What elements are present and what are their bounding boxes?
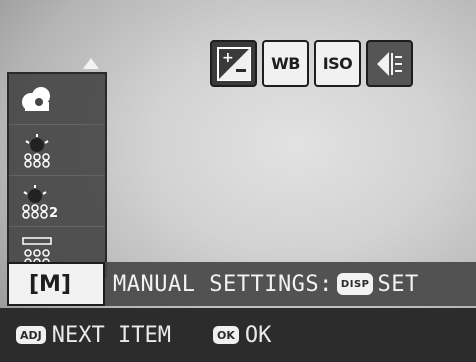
iso-label: ISO <box>322 54 353 73</box>
wb-label: WB <box>271 54 300 73</box>
white-balance-menu: 2 <box>7 58 107 278</box>
ok-label: OK <box>244 322 272 348</box>
wb-option-incandescent[interactable] <box>9 125 105 176</box>
next-item-label: NEXT ITEM <box>51 322 171 348</box>
manual-label: [M] <box>29 271 72 297</box>
next-item-hint[interactable]: ADJ NEXT ITEM <box>16 323 171 348</box>
exposure-compensation-button[interactable]: + <box>210 40 257 87</box>
ok-hint[interactable]: OK OK <box>212 322 272 348</box>
focus-button[interactable] <box>366 40 413 87</box>
disp-key-badge[interactable]: DISP <box>336 273 374 295</box>
iso-button[interactable]: ISO <box>314 40 361 87</box>
cloudy-icon <box>22 87 50 111</box>
exposure-compensation-icon: + <box>216 46 251 81</box>
wb-option-cloudy[interactable] <box>9 74 105 125</box>
white-balance-button[interactable]: WB <box>262 40 309 87</box>
caption-action: SET <box>377 271 419 297</box>
svg-text:+: + <box>222 50 233 66</box>
top-toolbar: + WB ISO <box>210 40 413 87</box>
ok-key-badge: OK <box>212 326 239 344</box>
incandescent-icon <box>24 134 50 168</box>
wb-option-incandescent-2[interactable]: 2 <box>9 176 105 227</box>
adj-key-badge: ADJ <box>16 326 46 344</box>
bottom-bar: ADJ NEXT ITEM OK OK <box>0 308 476 362</box>
caption-text: MANUAL SETTINGS: <box>113 271 333 297</box>
caption-strip: MANUAL SETTINGS: DISP SET <box>105 262 476 306</box>
camera-screen: + WB ISO 2 [M] MANUAL SETTINGS: DISP SET… <box>0 0 476 362</box>
wb-option-manual[interactable]: [M] <box>7 262 105 306</box>
scroll-up-arrow-icon[interactable] <box>83 58 99 69</box>
focus-bracket-icon <box>376 51 402 76</box>
incandescent-2-icon: 2 <box>22 185 58 219</box>
incandescent-2-suffix: 2 <box>49 206 58 219</box>
